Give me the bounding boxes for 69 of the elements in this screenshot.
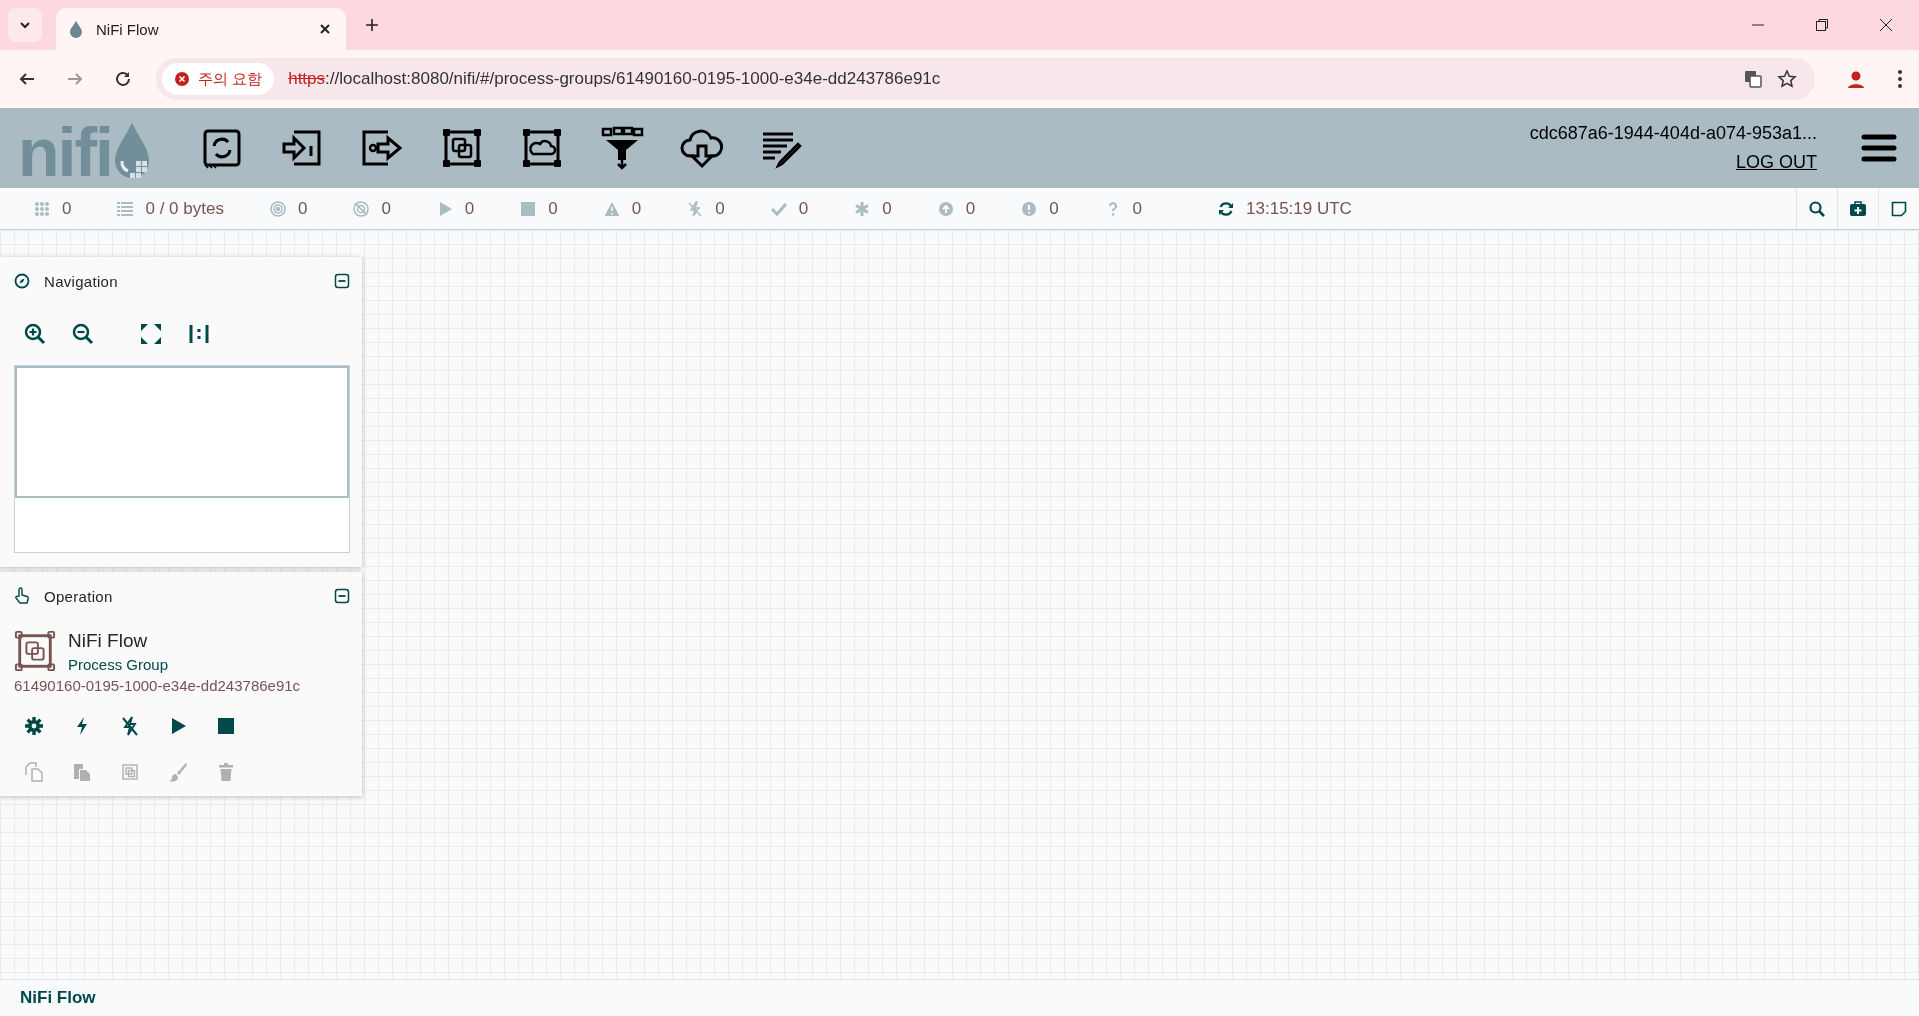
reload-icon[interactable] (114, 70, 132, 88)
logout-link[interactable]: LOG OUT (1736, 152, 1817, 173)
disabled-status-icon (687, 200, 704, 217)
panel-title: Navigation (44, 272, 118, 290)
status-count: 0 (1132, 198, 1143, 219)
note-icon (1891, 200, 1907, 217)
stop-button[interactable] (216, 716, 236, 736)
status-count: 0 (297, 198, 308, 219)
translate-icon[interactable] (1743, 69, 1763, 89)
menu-icon[interactable] (1861, 133, 1897, 163)
refresh-icon[interactable] (1218, 200, 1235, 217)
stale-status-icon (937, 200, 954, 217)
sync-failure-status-icon (1021, 200, 1038, 217)
status-count: 0 (1049, 198, 1059, 219)
funnel-tool-icon[interactable] (599, 126, 644, 170)
hand-pointer-icon (14, 587, 30, 605)
status-count: 0 (965, 198, 976, 219)
queued-status-icon (117, 200, 134, 217)
last-refreshed-time: 13:15:19 UTC (1246, 198, 1352, 219)
new-tab-icon[interactable] (364, 17, 380, 33)
restore-icon[interactable] (1815, 18, 1829, 32)
invalid-status-icon (603, 200, 620, 217)
disable-button[interactable] (120, 716, 140, 736)
up-to-date-status-icon (770, 200, 787, 217)
url-text: https://localhost:8080/nifi/#/process-groups/61490160-0195-1000-e34e-dd243786e91c (288, 69, 941, 89)
status-count: 0 / 0 bytes (145, 198, 224, 219)
security-warning: 주의 요함 (198, 69, 263, 89)
more-icon[interactable] (1897, 69, 1903, 89)
logo-text: nifi (18, 123, 112, 181)
status-count: 0 (381, 198, 391, 219)
error-icon (174, 71, 190, 87)
actual-size-icon[interactable] (188, 323, 210, 345)
status-count: 0 (631, 198, 642, 219)
stopped-status-icon (520, 200, 537, 217)
star-icon[interactable] (1777, 69, 1797, 89)
component-name: NiFi Flow (68, 630, 149, 652)
user-identity: cdc687a6-1944-404d-a074-953a1... (1529, 123, 1817, 144)
configure-button[interactable] (24, 716, 44, 736)
panel-title: Operation (44, 587, 113, 605)
zoom-in-icon[interactable] (24, 323, 46, 345)
fit-screen-icon[interactable] (140, 323, 162, 345)
status-count: 0 (882, 198, 892, 219)
address-bar[interactable]: 주의 요함 https://localhost:8080/nifi/#/process-groups/61490160-0195-1000-e34e-dd243786e91c (156, 58, 1815, 100)
component-id: 61490160-0195-1000-e34e-dd243786e91c (14, 677, 302, 694)
component-type: Process Group (68, 656, 169, 673)
status-count: 0 (798, 198, 809, 219)
process-group-icon (14, 630, 56, 672)
cluster-status-icon (34, 200, 50, 217)
security-warning-chip[interactable]: 주의 요함 (162, 63, 275, 95)
close-icon[interactable] (1879, 18, 1893, 32)
first-aid-kit-icon (1849, 200, 1867, 217)
zoom-out-icon[interactable] (72, 323, 94, 345)
search-icon (1809, 200, 1825, 217)
close-icon[interactable] (318, 22, 332, 36)
browser-tab[interactable]: NiFi Flow (56, 8, 346, 50)
tab-list-button[interactable] (8, 8, 42, 42)
compass-icon (14, 273, 30, 289)
status-count: 0 (62, 198, 72, 219)
status-count: 0 (464, 198, 475, 219)
droplet-icon (68, 20, 84, 38)
status-count: 0 (715, 198, 725, 219)
breadcrumb-link[interactable]: NiFi Flow (20, 988, 96, 1008)
collapse-icon[interactable] (334, 588, 350, 604)
modified-status-icon (854, 200, 871, 217)
flow-canvas[interactable]: Navigation Operation NiFi Flow Process Group 61490160-0195-1000-e34e-dd243786e91c (0, 230, 1919, 979)
collapse-icon[interactable] (334, 273, 350, 289)
status-count: 0 (548, 198, 558, 219)
transmitting-status-icon (269, 200, 286, 217)
not-transmitting-status-icon (353, 200, 370, 217)
